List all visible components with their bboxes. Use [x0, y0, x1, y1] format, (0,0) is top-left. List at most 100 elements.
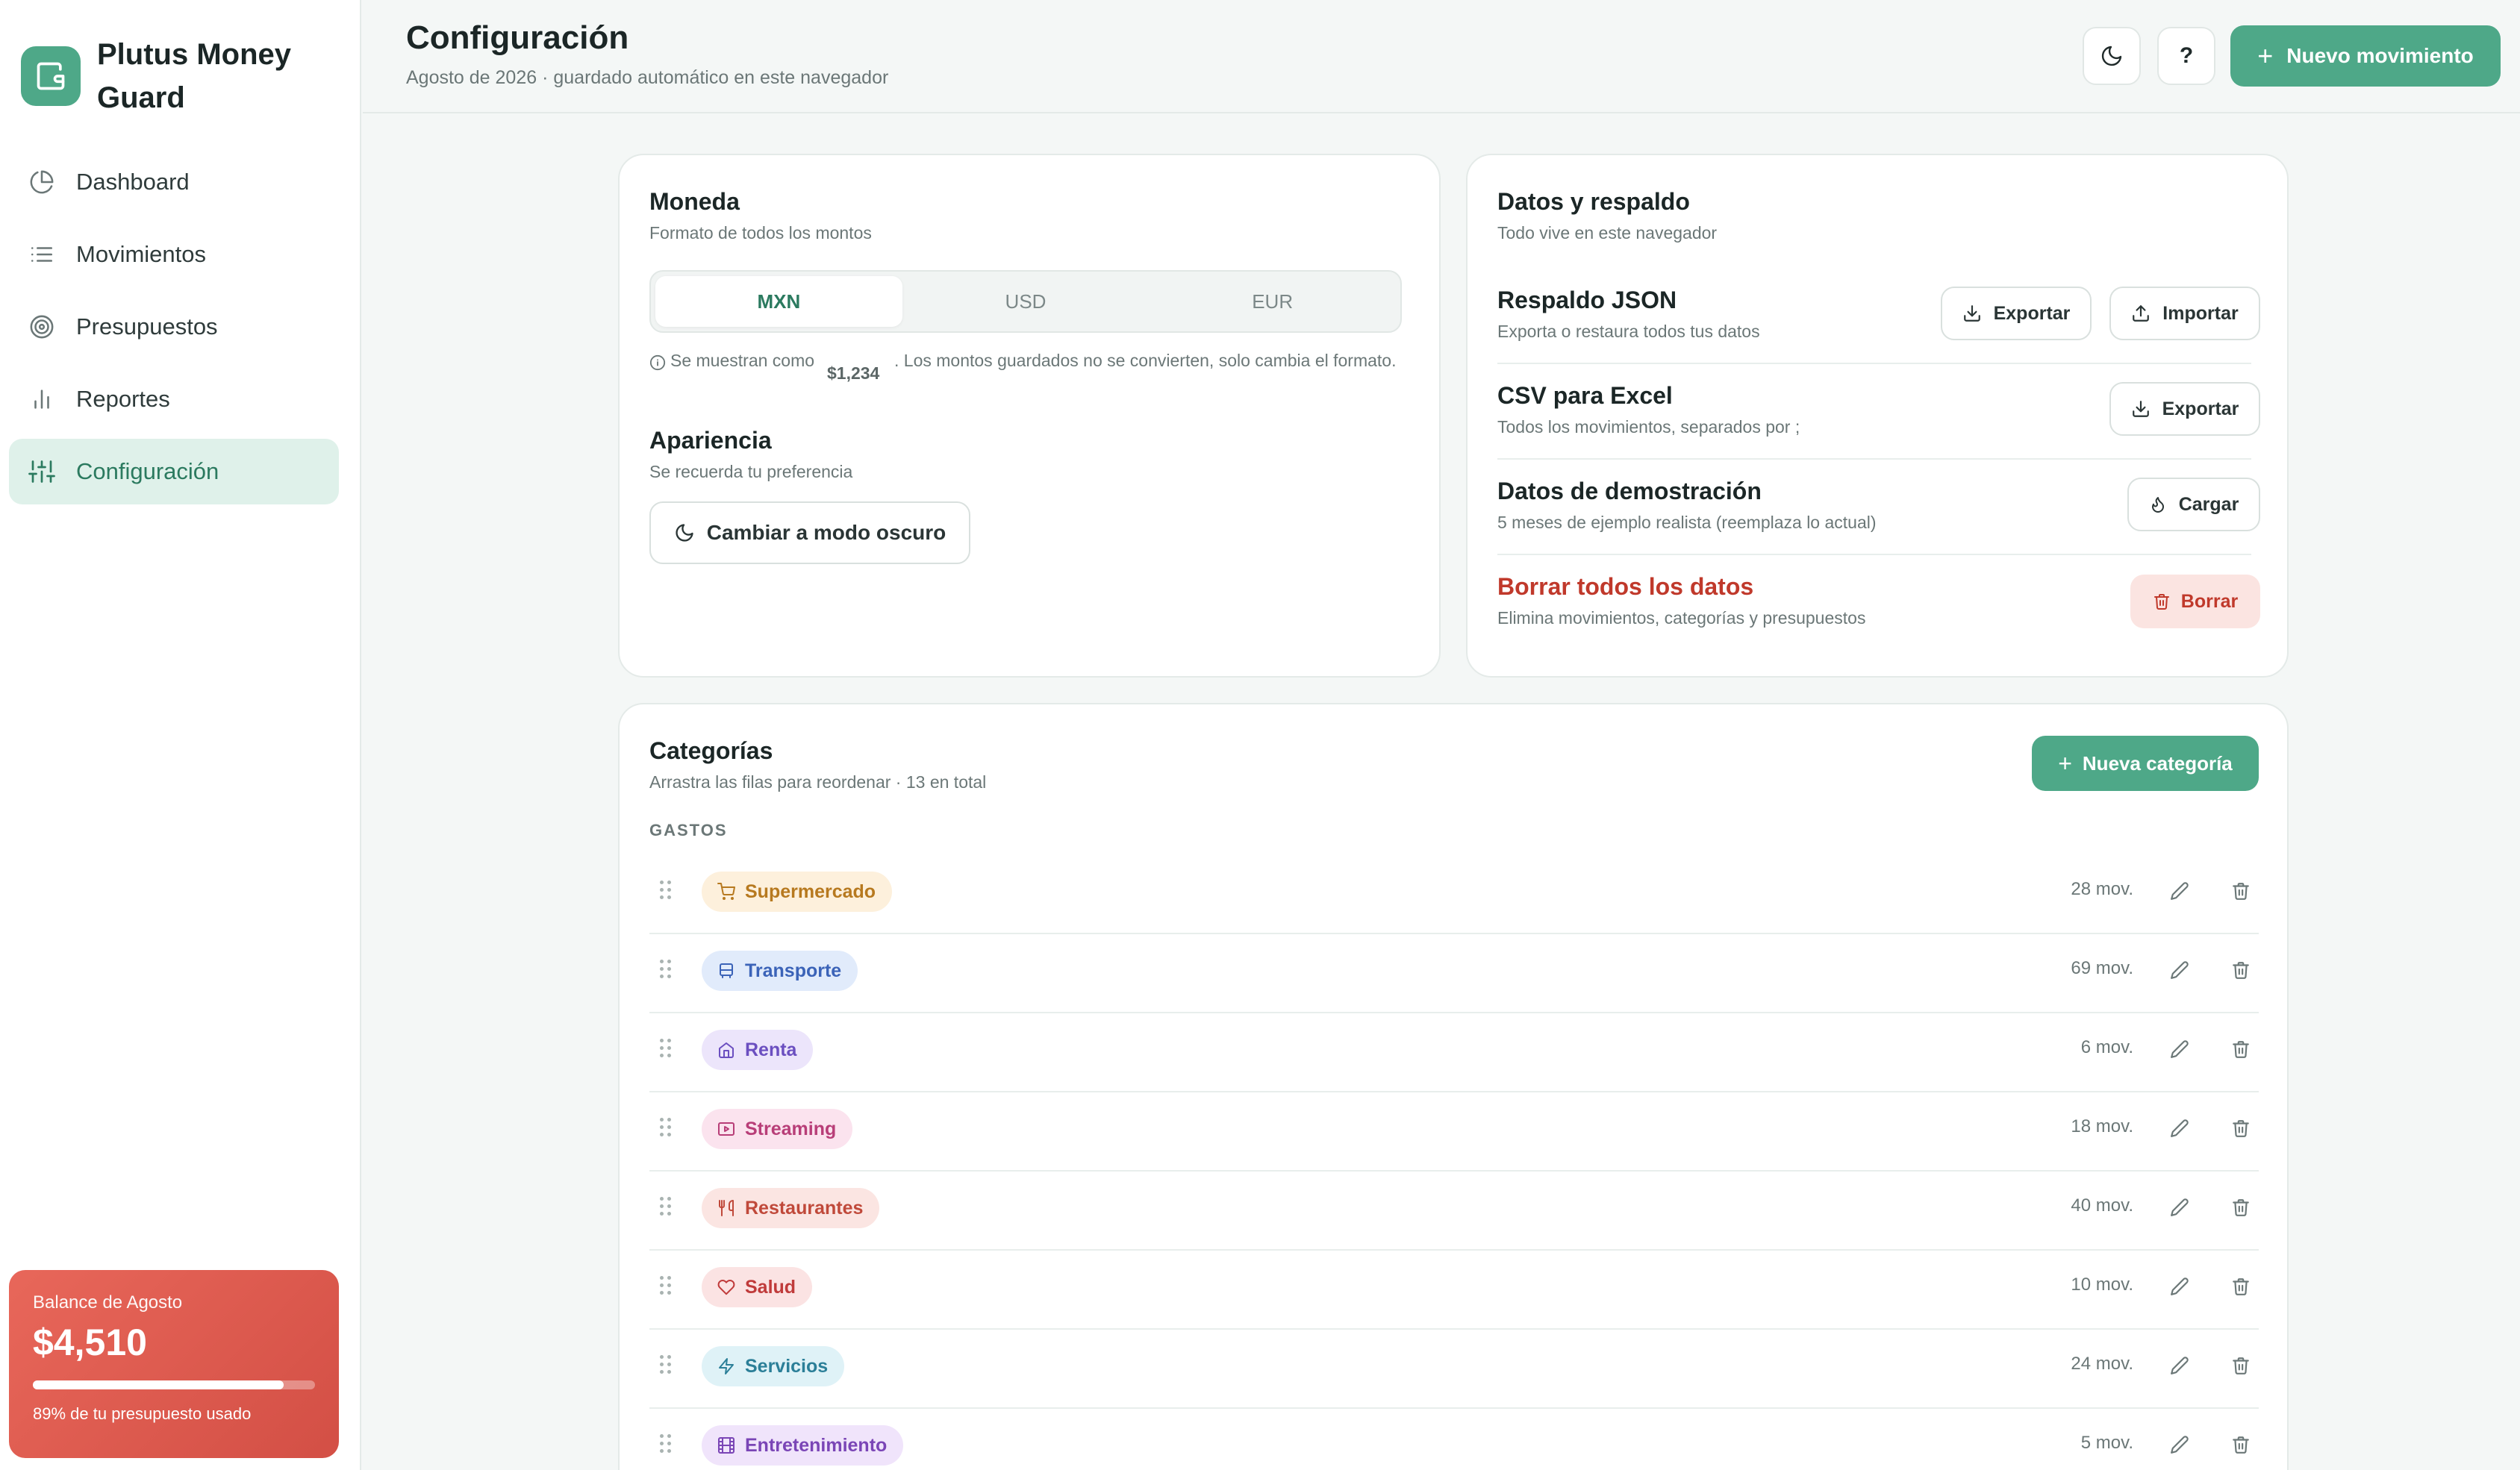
category-name: Transporte	[745, 960, 842, 981]
currency-option-usd[interactable]: USD	[902, 276, 1150, 327]
budget-progress-bar	[33, 1380, 315, 1389]
sidebar-nav: Dashboard Movimientos Presupuestos Repor…	[9, 149, 339, 511]
currency-subtitle: Formato de todos los montos	[649, 223, 872, 243]
category-name: Servicios	[745, 1355, 829, 1377]
sidebar-item-reportes[interactable]: Reportes	[9, 366, 339, 432]
category-row[interactable]: Restaurantes 40 mov.	[649, 1172, 2259, 1251]
category-row[interactable]: Supermercado 28 mov.	[649, 855, 2259, 934]
category-name: Supermercado	[745, 881, 876, 902]
drag-handle-icon[interactable]	[660, 1118, 675, 1140]
balance-card: Balance de Agosto $4,510 89% de tu presu…	[9, 1270, 339, 1458]
category-row[interactable]: Entretenimiento 5 mov.	[649, 1409, 2259, 1470]
csv-export-label: Exportar	[2162, 398, 2239, 419]
drag-handle-icon[interactable]	[660, 1276, 675, 1298]
categories-subtitle: Arrastra las filas para reordenar · 13 e…	[649, 772, 987, 792]
category-chip: Renta	[702, 1030, 814, 1070]
currency-card: Moneda Formato de todos los montos MXN U…	[618, 154, 1441, 678]
load-demo-button[interactable]: Cargar	[2127, 478, 2260, 531]
delete-all-button[interactable]: Borrar	[2130, 575, 2260, 628]
edit-icon[interactable]	[2165, 1351, 2195, 1380]
data-title: Datos y respaldo	[1497, 188, 1690, 215]
categories-card: Categorías Arrastra las filas para reord…	[618, 703, 2289, 1470]
currency-info: Se muestran como $1,234 . Los montos gua…	[649, 348, 1402, 386]
delete-icon[interactable]	[2226, 1034, 2256, 1064]
category-row[interactable]: Transporte 69 mov.	[649, 934, 2259, 1013]
help-button[interactable]: ?	[2157, 27, 2215, 85]
cart-icon	[717, 882, 736, 901]
drag-handle-icon[interactable]	[660, 1355, 675, 1377]
delete-icon[interactable]	[2226, 1113, 2256, 1143]
balance-label: Balance de Agosto	[33, 1292, 183, 1313]
category-row[interactable]: Salud 10 mov.	[649, 1251, 2259, 1330]
category-count: 28 mov.	[2071, 879, 2133, 899]
appearance-subtitle: Se recuerda tu preferencia	[649, 462, 853, 481]
currency-option-eur[interactable]: EUR	[1149, 276, 1396, 327]
drag-handle-icon[interactable]	[660, 1434, 675, 1457]
edit-icon[interactable]	[2165, 1192, 2195, 1222]
sidebar-item-dashboard[interactable]: Dashboard	[9, 149, 339, 215]
sidebar-item-configuracion[interactable]: Configuración	[9, 439, 339, 504]
film-icon	[717, 1436, 736, 1455]
balance-amount: $4,510	[33, 1322, 147, 1363]
category-row[interactable]: Streaming 18 mov.	[649, 1092, 2259, 1172]
currency-example-amount: $1,234	[827, 363, 880, 383]
edit-icon[interactable]	[2165, 1272, 2195, 1301]
category-chip: Streaming	[702, 1109, 853, 1149]
download-icon	[1962, 304, 1982, 323]
divider	[1497, 554, 2251, 555]
category-name: Restaurantes	[745, 1197, 864, 1219]
new-category-button[interactable]: + Nueva categoría	[2032, 736, 2259, 791]
category-count: 5 mov.	[2080, 1433, 2133, 1453]
category-count: 10 mov.	[2071, 1274, 2133, 1295]
currency-option-mxn[interactable]: MXN	[655, 276, 902, 327]
trash-icon	[2153, 592, 2171, 610]
edit-icon[interactable]	[2165, 1430, 2195, 1460]
delete-all-label: Borrar	[2180, 590, 2239, 612]
category-name: Salud	[745, 1276, 796, 1298]
delete-icon[interactable]	[2226, 1430, 2256, 1460]
json-import-label: Importar	[2162, 302, 2239, 324]
dark-mode-button[interactable]: Cambiar a modo oscuro	[649, 501, 970, 564]
delete-icon[interactable]	[2226, 876, 2256, 906]
delete-icon[interactable]	[2226, 1192, 2256, 1222]
currency-info-prefix: Se muestran como	[670, 351, 815, 370]
sidebar-item-presupuestos[interactable]: Presupuestos	[9, 294, 339, 360]
bus-icon	[717, 961, 736, 980]
edit-icon[interactable]	[2165, 955, 2195, 985]
budget-usage-note: 89% de tu presupuesto usado	[33, 1404, 252, 1423]
json-export-button[interactable]: Exportar	[1941, 287, 2092, 340]
delete-icon[interactable]	[2226, 955, 2256, 985]
target-icon	[27, 312, 57, 342]
category-row[interactable]: Servicios 24 mov.	[649, 1330, 2259, 1409]
drag-handle-icon[interactable]	[660, 960, 675, 982]
delete-icon[interactable]	[2226, 1272, 2256, 1301]
currency-info-suffix: . Los montos guardados no se convierten,…	[894, 351, 1397, 370]
sidebar-item-label: Reportes	[76, 386, 170, 412]
sidebar-item-label: Dashboard	[76, 169, 190, 195]
category-count: 6 mov.	[2080, 1037, 2133, 1057]
csv-export-button[interactable]: Exportar	[2109, 382, 2260, 436]
zap-icon	[717, 1357, 736, 1376]
brand: Plutus Money Guard	[21, 33, 336, 119]
flame-icon	[2149, 495, 2167, 513]
pie-chart-icon	[27, 167, 57, 197]
edit-icon[interactable]	[2165, 876, 2195, 906]
json-import-button[interactable]: Importar	[2109, 287, 2260, 340]
edit-icon[interactable]	[2165, 1113, 2195, 1143]
page-title: Configuración	[406, 19, 629, 56]
delete-icon[interactable]	[2226, 1351, 2256, 1380]
drag-handle-icon[interactable]	[660, 1039, 675, 1061]
brand-name: Plutus Money Guard	[97, 38, 292, 114]
drag-handle-icon[interactable]	[660, 881, 675, 903]
theme-toggle-button[interactable]	[2083, 27, 2141, 85]
category-chip: Entretenimiento	[702, 1425, 904, 1466]
upload-icon	[2131, 304, 2151, 323]
new-movement-button[interactable]: + Nuevo movimiento	[2230, 25, 2501, 87]
play-icon	[717, 1119, 736, 1139]
edit-icon[interactable]	[2165, 1034, 2195, 1064]
drag-handle-icon[interactable]	[660, 1197, 675, 1219]
category-row[interactable]: Renta 6 mov.	[649, 1013, 2259, 1092]
data-subtitle: Todo vive en este navegador	[1497, 223, 1718, 243]
heart-icon	[717, 1277, 736, 1297]
sidebar-item-movimientos[interactable]: Movimientos	[9, 222, 339, 287]
